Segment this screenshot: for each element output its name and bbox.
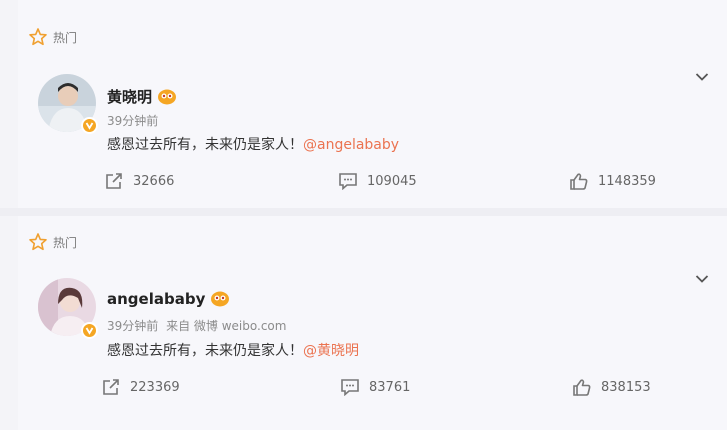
chevron-down-icon[interactable] [695, 72, 709, 82]
comment-button[interactable]: 109045 [338, 172, 417, 190]
repost-count: 223369 [130, 379, 180, 395]
card-divider [0, 208, 727, 216]
post-source: 来自 微博 weibo.com [166, 319, 287, 333]
post-text: 感恩过去所有，未来仍是家人！ [107, 343, 303, 359]
hot-label: 热门 [53, 235, 78, 250]
hot-label: 热门 [53, 30, 78, 45]
member-badge-icon [158, 89, 177, 104]
comment-icon [339, 173, 357, 190]
verified-icon [81, 117, 98, 134]
like-count: 1148359 [598, 174, 656, 189]
like-button[interactable]: 838153 [572, 378, 651, 397]
feed-card-2: 热门 angelababy 39分钟前 来自 微博 weibo.com 感恩过去… [18, 216, 727, 430]
post-content: 感恩过去所有，未来仍是家人！@angelababy [107, 134, 399, 154]
mention-link[interactable]: @angelababy [303, 137, 399, 153]
username-text[interactable]: angelababy [107, 290, 205, 308]
like-icon [570, 173, 588, 190]
like-button[interactable]: 1148359 [569, 172, 656, 191]
post-meta: 39分钟前 [107, 112, 162, 129]
post-content: 感恩过去所有，未来仍是家人！@黄晓明 [107, 340, 359, 360]
star-icon [29, 233, 47, 251]
post-text: 感恩过去所有，未来仍是家人！ [107, 137, 303, 153]
repost-icon [103, 379, 119, 395]
feed-card-1: 热门 黄晓明 39分钟前 感恩过去所有，未来仍是家人！@angelababy 3… [18, 0, 727, 208]
repost-count: 32666 [133, 173, 175, 189]
post-time[interactable]: 39分钟前 [107, 319, 158, 333]
hot-tag: 热门 [28, 232, 77, 252]
username[interactable]: 黄晓明 [107, 86, 177, 107]
like-count: 838153 [601, 380, 651, 395]
chevron-down-icon[interactable] [695, 274, 709, 284]
post-time[interactable]: 39分钟前 [107, 114, 158, 128]
repost-button[interactable]: 223369 [101, 378, 180, 396]
repost-icon [106, 173, 122, 189]
action-bar: 223369 83761 838153 [18, 378, 727, 402]
username-text[interactable]: 黄晓明 [107, 86, 152, 107]
star-icon [29, 28, 47, 46]
repost-button[interactable]: 32666 [104, 172, 174, 190]
comment-button[interactable]: 83761 [340, 378, 410, 396]
action-bar: 32666 109045 1148359 [18, 172, 727, 196]
like-icon [573, 379, 591, 396]
comment-count: 83761 [369, 379, 411, 395]
comment-icon [341, 379, 359, 396]
comment-count: 109045 [367, 173, 417, 189]
post-meta: 39分钟前 来自 微博 weibo.com [107, 317, 290, 334]
username[interactable]: angelababy [107, 290, 230, 308]
hot-tag: 热门 [28, 27, 77, 47]
member-badge-icon [211, 291, 230, 307]
verified-icon [81, 322, 98, 339]
mention-link[interactable]: @黄晓明 [303, 343, 359, 359]
